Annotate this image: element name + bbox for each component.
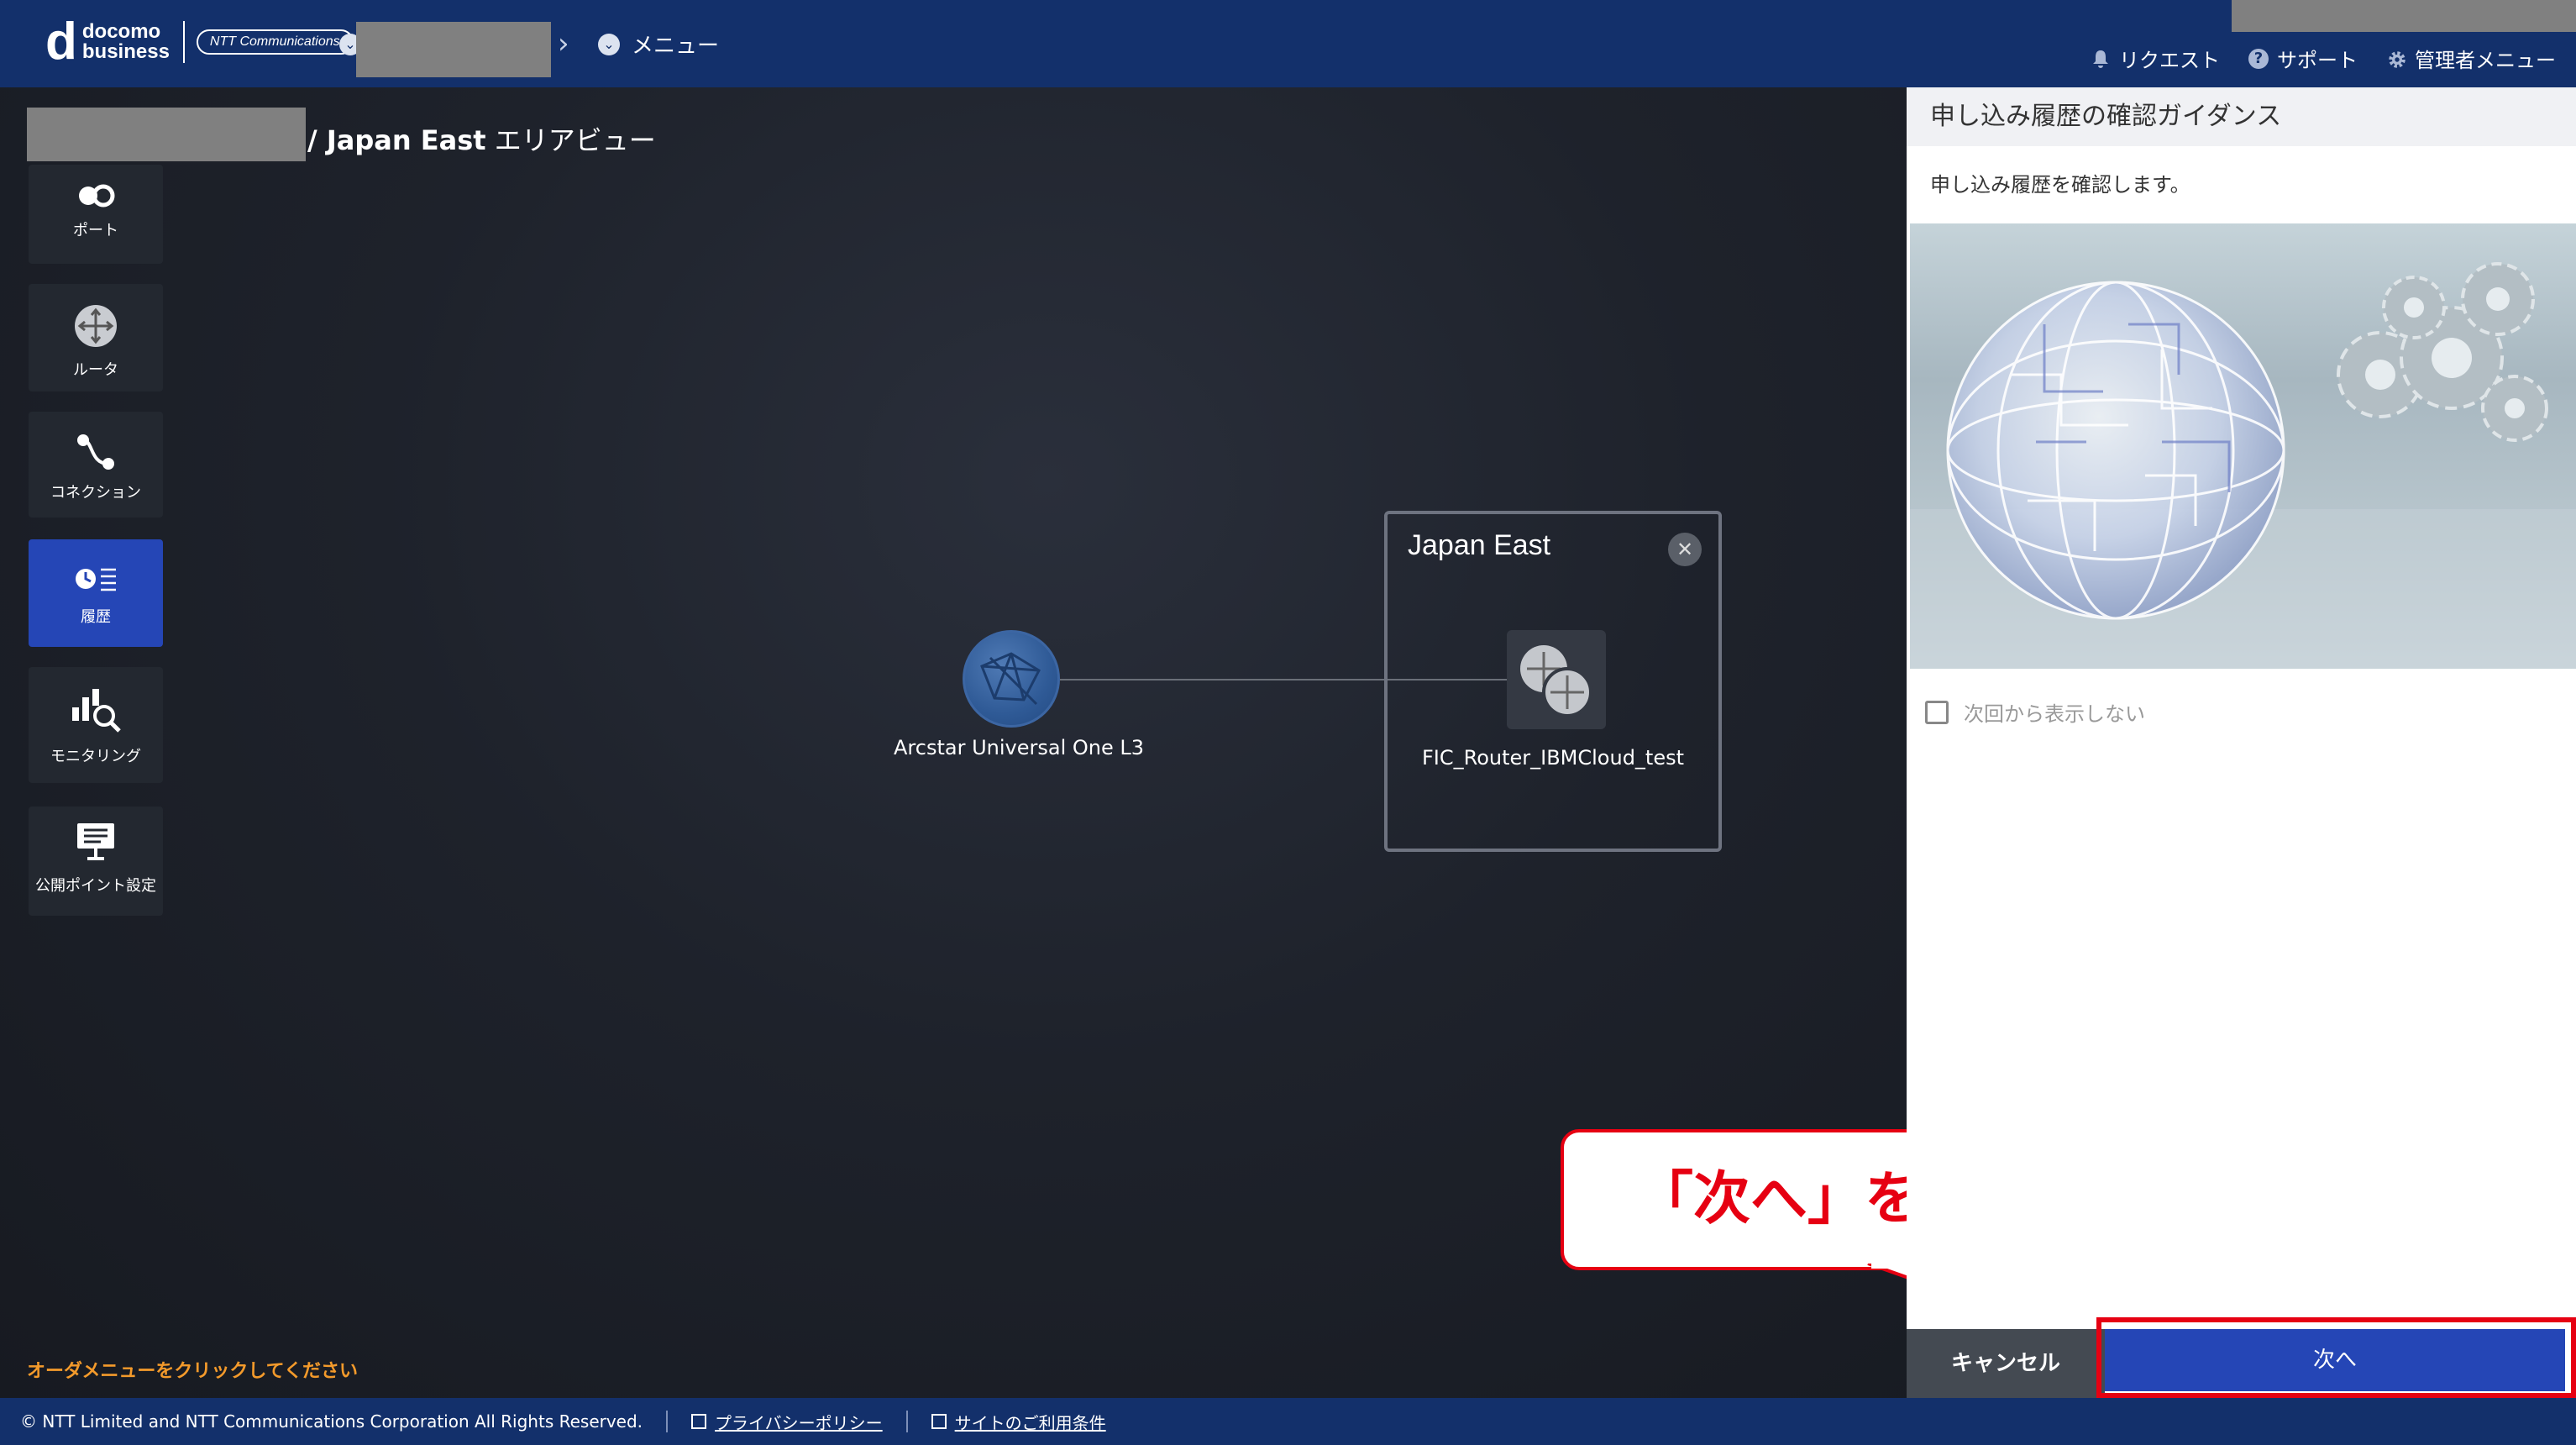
logo-divider: [182, 21, 185, 63]
gear-icon: [2386, 49, 2406, 69]
admin-menu-label: 管理者メニュー: [2415, 49, 2556, 72]
admin-menu-link[interactable]: 管理者メニュー: [2386, 44, 2556, 73]
sidebar-item-connection[interactable]: コネクション: [29, 412, 163, 518]
user-info-redacted: [2232, 0, 2576, 32]
arcstar-globe-node[interactable]: [963, 630, 1060, 728]
fic-router-node[interactable]: [1507, 630, 1606, 729]
privacy-policy-label: プライバシーポリシー: [715, 1412, 883, 1433]
sidebar-label-port: ポート: [73, 222, 118, 239]
arcstar-node-label: Arcstar Universal One L3: [894, 736, 1144, 759]
menu-chevron-circle-icon[interactable]: ⌄: [598, 34, 620, 55]
logo-brand-top: docomo: [81, 20, 161, 43]
tenant-name-redacted[interactable]: [356, 22, 551, 77]
cancel-button[interactable]: キャンセル: [1907, 1329, 2105, 1398]
dont-show-again-label: 次回から表示しない: [1964, 702, 2145, 726]
dont-show-again-row[interactable]: 次回から表示しない: [1925, 697, 2145, 727]
port-icon: [79, 184, 115, 208]
external-link-icon: [691, 1414, 707, 1429]
fic-router-label: FIC_Router_IBMCloud_test: [1421, 746, 1685, 770]
menu-link[interactable]: メニュー: [632, 29, 719, 60]
guidance-illustration: [1910, 223, 2576, 669]
logo-brand-bottom: business: [81, 40, 170, 63]
chevron-right-icon: ›: [558, 27, 569, 60]
footer-divider: [666, 1411, 669, 1432]
footer-divider: [905, 1411, 908, 1432]
logo-wordmark: docomo business: [82, 22, 170, 62]
question-circle-icon: ?: [2248, 48, 2269, 69]
sidebar-item-port[interactable]: ポート: [29, 165, 163, 264]
terms-of-use-label: サイトのご利用条件: [954, 1412, 1106, 1433]
globe-network-icon: [980, 652, 1041, 706]
public-point-icon: [77, 823, 114, 860]
page-title-view: エリアビュー: [485, 124, 656, 156]
sidebar-item-monitoring[interactable]: モニタリング: [29, 667, 163, 783]
sidebar-item-router[interactable]: ルータ: [29, 284, 163, 391]
footer: © NTT Limited and NTT Communications Cor…: [0, 1398, 2576, 1445]
privacy-policy-link[interactable]: プライバシーポリシー: [691, 1410, 883, 1434]
router-pair-icon: [1520, 645, 1592, 717]
panel-title: 申し込み履歴の確認ガイダンス: [1907, 87, 2576, 146]
ntt-communications-logo: NTT Communications: [196, 29, 354, 55]
japan-east-area-box[interactable]: Japan East ✕ FIC_Router_IBMCloud_test: [1384, 511, 1722, 852]
external-link-icon: [931, 1414, 947, 1429]
header-links: リクエスト ? サポート 管理者メニュー: [2091, 44, 2556, 73]
sidebar-item-public-point[interactable]: 公開ポイント設定: [29, 807, 163, 916]
sidebar-label-monitoring: モニタリング: [50, 748, 141, 765]
copyright-text: © NTT Limited and NTT Communications Cor…: [20, 1411, 643, 1432]
request-link[interactable]: リクエスト: [2091, 44, 2220, 73]
close-icon[interactable]: ✕: [1668, 533, 1702, 566]
sidebar-label-public-point: 公開ポイント設定: [35, 877, 156, 895]
bell-icon: [2091, 49, 2111, 69]
guidance-panel: 申し込み履歴の確認ガイダンス 申し込み履歴を確認します。 次回から表示しない キ…: [1907, 87, 2576, 1398]
support-label: サポート: [2277, 49, 2358, 72]
logo-d-mark: d: [45, 13, 77, 71]
order-menu-message: オーダメニューをクリックしてください: [27, 1361, 359, 1382]
history-icon: [76, 568, 116, 591]
terms-of-use-link[interactable]: サイトのご利用条件: [931, 1410, 1106, 1434]
sidebar-label-connection: コネクション: [50, 484, 141, 502]
connection-icon: [77, 434, 114, 470]
area-title: Japan East: [1408, 529, 1551, 561]
page-title-area: / Japan East: [307, 124, 486, 156]
dont-show-again-checkbox[interactable]: [1925, 700, 1949, 724]
sidebar-label-history: 履歴: [81, 608, 111, 626]
globe-gears-illustration: [1910, 262, 2576, 669]
panel-description: 申し込み履歴を確認します。: [1930, 173, 2190, 197]
router-icon: [75, 305, 117, 347]
sidebar-label-router: ルータ: [73, 361, 118, 379]
request-label: リクエスト: [2119, 49, 2220, 72]
page-title: / Japan East エリアビュー: [307, 119, 656, 158]
breadcrumb-redacted: [27, 108, 306, 161]
docomo-business-logo[interactable]: d docomo business NTT Communications: [45, 13, 354, 71]
monitoring-icon: [72, 689, 121, 733]
top-header: d docomo business NTT Communications ⌄ ›…: [0, 0, 2576, 87]
next-button[interactable]: 次へ: [2105, 1329, 2565, 1391]
sidebar-item-history[interactable]: 履歴: [29, 539, 163, 647]
support-link[interactable]: ? サポート: [2248, 44, 2358, 73]
